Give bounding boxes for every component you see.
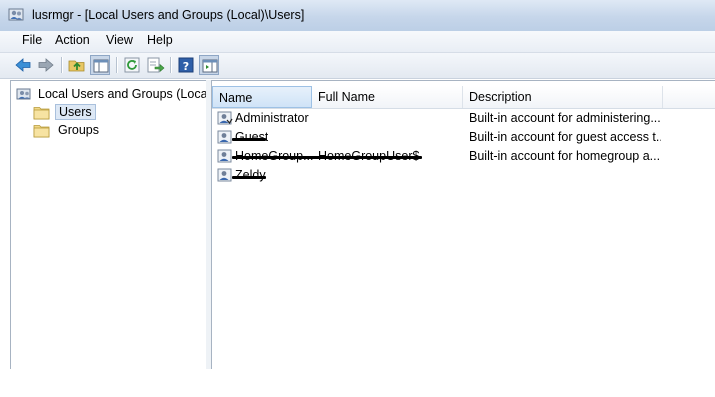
forward-icon[interactable] xyxy=(36,55,56,75)
cell-description: Built-in account for administering... xyxy=(469,111,661,125)
column-header-name[interactable]: Name xyxy=(212,86,312,108)
redaction-strike xyxy=(232,156,422,159)
toolbar-separator xyxy=(170,57,172,73)
cell-name: Guest xyxy=(235,130,269,144)
users-groups-icon xyxy=(16,86,34,105)
tree-root-label: Local Users and Groups (Local) xyxy=(38,87,215,101)
redaction-strike xyxy=(232,176,266,179)
column-header-label: Description xyxy=(469,90,532,104)
window-title: lusrmgr - [Local Users and Groups (Local… xyxy=(32,8,305,22)
cell-name: Administrator xyxy=(235,111,309,125)
user-icon xyxy=(217,167,233,186)
table-row[interactable]: Guest Built-in account for guest access … xyxy=(212,128,715,147)
column-header-description[interactable]: Description xyxy=(463,86,663,108)
user-icon xyxy=(217,148,233,167)
menu-action[interactable]: Action xyxy=(53,33,92,47)
column-header-label: Name xyxy=(219,91,253,105)
menu-file[interactable]: File xyxy=(20,33,44,47)
users-app-icon xyxy=(8,7,26,23)
column-header-full-name[interactable]: Full Name xyxy=(312,86,463,108)
list-header: Name Full Name Description xyxy=(212,86,715,109)
toolbar: ? xyxy=(0,53,715,79)
show-hide-tree-icon[interactable] xyxy=(90,55,110,75)
redaction-strike xyxy=(232,138,266,141)
svg-text:?: ? xyxy=(183,60,189,73)
result-list: Name Full Name Description Administrator xyxy=(211,80,715,369)
toolbar-separator xyxy=(116,57,118,73)
show-hide-action-pane-icon[interactable] xyxy=(199,55,219,75)
toolbar-separator xyxy=(61,57,63,73)
export-list-icon[interactable] xyxy=(145,55,165,75)
back-icon[interactable] xyxy=(13,55,33,75)
column-header-label: Full Name xyxy=(318,90,375,104)
blank-area xyxy=(0,369,715,397)
column-header-empty xyxy=(663,86,715,108)
cell-description: Built-in account for homegroup a... xyxy=(469,149,661,163)
cell-description: Built-in account for guest access t... xyxy=(469,130,661,144)
table-row[interactable]: Administrator Built-in account for admin… xyxy=(212,109,715,128)
mmc-window: lusrmgr - [Local Users and Groups (Local… xyxy=(0,0,715,369)
refresh-icon[interactable] xyxy=(122,55,142,75)
table-row[interactable]: Zeldy xyxy=(212,166,715,185)
menu-bar: File Action View Help xyxy=(0,31,715,53)
help-icon[interactable]: ? xyxy=(176,55,196,75)
up-folder-icon[interactable] xyxy=(67,55,87,75)
table-row[interactable]: HomeGroup... HomeGroupUser$ Built-in acc… xyxy=(212,147,715,166)
user-icon xyxy=(217,110,233,129)
tree-item-label: Users xyxy=(55,104,96,120)
folder-icon xyxy=(33,105,51,123)
menu-view[interactable]: View xyxy=(104,33,135,47)
cell-name: Zeldy xyxy=(235,168,266,182)
menu-help[interactable]: Help xyxy=(145,33,175,47)
user-icon xyxy=(217,129,233,148)
console-tree: Local Users and Groups (Local) Users Gro… xyxy=(10,80,214,369)
tree-item-label: Groups xyxy=(58,123,99,137)
title-bar[interactable]: lusrmgr - [Local Users and Groups (Local… xyxy=(0,0,715,32)
folder-icon xyxy=(33,123,51,141)
